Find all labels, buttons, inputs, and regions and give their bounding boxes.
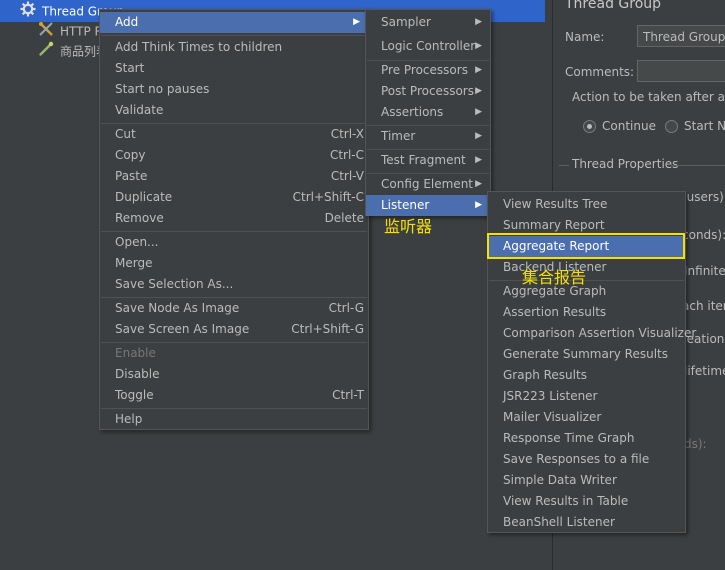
menu-item-paste[interactable]: Paste Ctrl-V — [100, 166, 368, 187]
submenu-arrow-icon: ▶ — [475, 131, 482, 141]
menu-item-start[interactable]: Start — [100, 58, 368, 79]
sampler-icon — [38, 21, 54, 43]
menu-item-response-time-graph[interactable]: Response Time Graph — [488, 428, 685, 449]
menu-item-add[interactable]: Add ▶ — [100, 12, 368, 33]
menu-item-save-selection-as[interactable]: Save Selection As... — [100, 274, 368, 295]
submenu-arrow-icon: ▶ — [475, 86, 482, 96]
duration-label: ds): — [684, 437, 707, 451]
menu-item-beanshell-listener[interactable]: BeanShell Listener — [488, 512, 685, 533]
menu-item-config-element[interactable]: Config Element ▶ — [366, 174, 490, 195]
radio-selected-icon — [583, 120, 596, 133]
radio-empty-icon — [665, 120, 678, 133]
menu-item-logic-controller[interactable]: Logic Controller ▶ — [366, 36, 490, 57]
name-label: Name: — [565, 30, 605, 44]
context-menu: Add ▶ Add Think Times to children Start S… — [99, 9, 369, 430]
menu-item-merge[interactable]: Merge — [100, 253, 368, 274]
menu-item-copy[interactable]: Copy Ctrl-C — [100, 145, 368, 166]
menu-item-test-fragment[interactable]: Test Fragment ▶ — [366, 150, 490, 171]
annotation-aggregate-report: 集合报告 — [522, 268, 587, 287]
users-label: (users): — [682, 190, 725, 204]
menu-item-view-results-in-table[interactable]: View Results in Table — [488, 491, 685, 512]
comments-label: Comments: — [565, 65, 635, 79]
menu-item-comparison-assertion-visualizer[interactable]: Comparison Assertion Visualizer — [488, 323, 696, 344]
panel-title: Thread Group — [565, 0, 662, 12]
continue-label: Continue — [602, 119, 656, 133]
menu-item-pre-processors[interactable]: Pre Processors ▶ — [366, 60, 490, 81]
menu-item-cut[interactable]: Cut Ctrl-X — [100, 124, 368, 145]
menu-item-jsr223-listener[interactable]: JSR223 Listener — [488, 386, 685, 407]
menu-item-assertion-results[interactable]: Assertion Results — [488, 302, 685, 323]
menu-item-assertions[interactable]: Assertions ▶ — [366, 102, 490, 123]
menu-item-generate-summary-results[interactable]: Generate Summary Results — [488, 344, 685, 365]
menu-item-view-results-tree[interactable]: View Results Tree — [488, 194, 685, 215]
seconds-label: conds): — [682, 228, 725, 242]
menu-item-disable[interactable]: Disable — [100, 364, 368, 385]
menu-item-save-responses[interactable]: Save Responses to a file — [488, 449, 685, 470]
menu-item-post-processors[interactable]: Post Processors ▶ — [366, 81, 490, 102]
menu-item-aggregate-graph[interactable]: Aggregate Graph — [488, 281, 685, 302]
menu-item-validate[interactable]: Validate — [100, 100, 368, 121]
gear-icon — [20, 1, 36, 23]
infinite-label: Infinite — [684, 264, 725, 278]
menu-item-duplicate[interactable]: Duplicate Ctrl+Shift-C — [100, 187, 368, 208]
menu-item-open[interactable]: Open... — [100, 232, 368, 253]
menu-item-save-screen-as-image[interactable]: Save Screen As Image Ctrl+Shift-G — [100, 319, 368, 340]
annotation-listener: 监听器 — [384, 217, 433, 236]
lifetime-label: lifetime — [684, 364, 725, 378]
menu-item-help[interactable]: Help — [100, 409, 368, 430]
continue-radio[interactable]: Continue — [583, 119, 656, 133]
menu-item-save-node-as-image[interactable]: Save Node As Image Ctrl-G — [100, 298, 368, 319]
name-input[interactable]: Thread Group — [637, 25, 725, 47]
submenu-arrow-icon: ▶ — [475, 41, 482, 51]
thread-properties-title: Thread Properties — [572, 157, 679, 171]
submenu-arrow-icon: ▶ — [475, 179, 482, 189]
start-next-radio[interactable]: Start Ne — [665, 119, 725, 133]
each-iteration-label: ach itera — [682, 299, 725, 313]
submenu-arrow-icon: ▶ — [475, 200, 482, 210]
submenu-arrow-icon: ▶ — [475, 107, 482, 117]
menu-item-enable: Enable — [115, 346, 156, 360]
menu-item-backend-listener[interactable]: Backend Listener — [488, 257, 685, 278]
menu-item-add-think-times[interactable]: Add Think Times to children — [100, 37, 368, 58]
menu-item-graph-results[interactable]: Graph Results — [488, 365, 685, 386]
group-border — [671, 165, 725, 166]
add-submenu: Sampler ▶ Logic Controller ▶ Pre Processor… — [365, 9, 491, 216]
menu-separator — [101, 35, 367, 36]
action-label: Action to be taken after a San — [572, 90, 725, 104]
tree-item-goods-list[interactable]: 商品列表 — [38, 41, 108, 61]
menu-item-toggle[interactable]: Toggle Ctrl-T — [100, 385, 368, 406]
highlight-box — [487, 233, 685, 259]
submenu-arrow-icon: ▶ — [353, 17, 360, 27]
menu-item-mailer-visualizer[interactable]: Mailer Visualizer — [488, 407, 685, 428]
menu-item-timer[interactable]: Timer ▶ — [366, 126, 490, 147]
start-next-label: Start Ne — [684, 119, 725, 133]
dropper-icon — [38, 41, 54, 63]
menu-item-sampler[interactable]: Sampler ▶ — [366, 12, 490, 33]
tree-label-http-request: HTTP R — [60, 24, 103, 39]
submenu-arrow-icon: ▶ — [475, 65, 482, 75]
tree-item-http-request[interactable]: HTTP R — [38, 21, 103, 41]
submenu-arrow-icon: ▶ — [475, 17, 482, 27]
menu-item-start-no-pauses[interactable]: Start no pauses — [100, 79, 368, 100]
group-border — [559, 165, 569, 166]
menu-item-remove[interactable]: Remove Delete — [100, 208, 368, 229]
menu-item-simple-data-writer[interactable]: Simple Data Writer — [488, 470, 685, 491]
comments-input[interactable] — [637, 60, 725, 82]
submenu-arrow-icon: ▶ — [475, 155, 482, 165]
